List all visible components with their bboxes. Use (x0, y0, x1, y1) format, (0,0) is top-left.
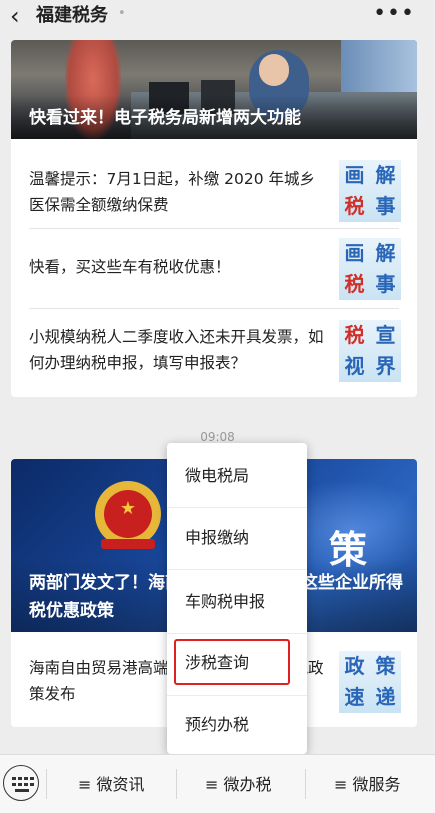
list-item-title: 小规模纳税人二季度收入还未开具发票，如何办理纳税申报，填写申报表？ (29, 328, 324, 372)
thumb-char: 画 (344, 241, 365, 265)
popup-menu: 微电税局 申报缴纳 车购税申报 涉税查询 预约办税 (167, 443, 307, 754)
thumb-char: 税 (344, 323, 365, 347)
chevron-left-icon[interactable]: ‹ (10, 2, 20, 30)
thumb-char: 视 (344, 354, 365, 378)
thumb-char: 策 (375, 654, 396, 678)
national-emblem-icon: ★ (95, 481, 161, 551)
thumb-char: 解 (375, 241, 396, 265)
menu-item-vehicle-tax-declare[interactable]: 车购税申报 (167, 571, 307, 633)
keyboard-icon[interactable] (3, 765, 39, 801)
hero-background-window (341, 40, 417, 100)
thumbnail-image: 画 解 税 事 (339, 160, 401, 222)
hero-clerk-face (259, 54, 289, 86)
thumbnail-image: 政 策 速 递 (339, 651, 401, 713)
list-item[interactable]: 小规模纳税人二季度收入还未开具发票，如何办理纳税申报，填写申报表？ 税 宣 视 … (29, 318, 401, 386)
thumb-char: 事 (375, 272, 396, 296)
highlight-box (174, 639, 290, 685)
list-item[interactable]: 温馨提示：7月1日起，补缴 2020 年城乡医保需全额缴纳保费 画 解 税 事 (29, 158, 401, 226)
emblem-stars: ★ (119, 498, 137, 519)
tab-news[interactable]: ≡ 微资讯 (78, 773, 145, 797)
tab-tax-handling[interactable]: ≡ 微办税 (205, 773, 272, 797)
list-item-title: 快看，买这些车有税收优惠！ (29, 258, 231, 276)
hero-article-1[interactable]: 快看过来！电子税务局新增两大功能 (11, 40, 417, 139)
thumb-char: 画 (344, 163, 365, 187)
thumb-char: 递 (375, 685, 396, 709)
ear-icon[interactable]: • (118, 6, 126, 21)
thumb-char: 税 (344, 272, 365, 296)
article-card-1: 快看过来！电子税务局新增两大功能 温馨提示：7月1日起，补缴 2020 年城乡医… (11, 40, 417, 397)
thumbnail-image: 税 宣 视 界 (339, 320, 401, 382)
menu-item-micro-e-tax-bureau[interactable]: 微电税局 (167, 445, 307, 507)
menu-item-declare-pay[interactable]: 申报缴纳 (167, 507, 307, 569)
hero-caption: 快看过来！电子税务局新增两大功能 (29, 108, 301, 128)
thumb-char: 速 (344, 685, 365, 709)
more-dots-icon[interactable]: ••• (373, 1, 415, 26)
tab-divider (305, 769, 306, 799)
thumb-char: 宣 (375, 323, 396, 347)
emblem-ribbon (101, 539, 155, 549)
menu-item-appointment[interactable]: 预约办税 (167, 694, 307, 756)
divider (29, 228, 399, 229)
menu-divider (167, 569, 307, 570)
bottom-menu-bar: ≡ 微资讯 ≡ 微办税 ≡ 微服务 (0, 754, 435, 813)
top-bar: ‹ 福建税务 • ••• (0, 0, 435, 32)
message-timestamp: 09:08 (200, 430, 235, 444)
thumb-char: 界 (375, 354, 396, 378)
thumb-char: 税 (344, 194, 365, 218)
divider (29, 308, 399, 309)
tab-services[interactable]: ≡ 微服务 (334, 773, 401, 797)
tab-divider (176, 769, 177, 799)
thumbnail-image: 画 解 税 事 (339, 238, 401, 300)
list-item-title: 温馨提示：7月1日起，补缴 2020 年城乡医保需全额缴纳保费 (29, 170, 316, 214)
list-item[interactable]: 快看，买这些车有税收优惠！ 画 解 税 事 (29, 236, 401, 304)
page-title: 福建税务 (36, 5, 108, 26)
thumb-char: 事 (375, 194, 396, 218)
tab-divider (46, 769, 47, 799)
thumb-char: 政 (344, 654, 365, 678)
thumb-char: 解 (375, 163, 396, 187)
